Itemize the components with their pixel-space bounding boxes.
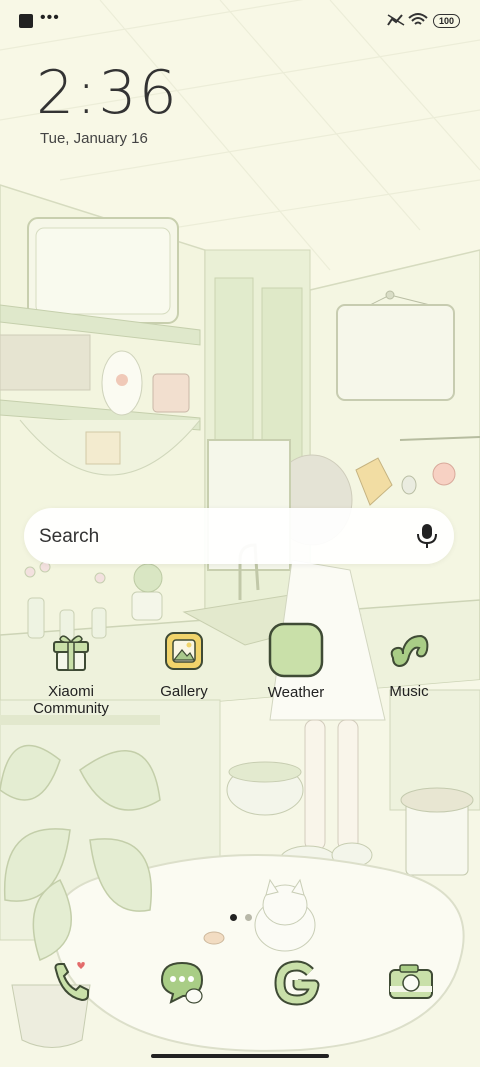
page-dot bbox=[245, 914, 253, 921]
battery-icon: 100 bbox=[433, 14, 460, 28]
gift-box-icon bbox=[47, 628, 95, 676]
page-indicator[interactable] bbox=[228, 908, 254, 926]
clock-time[interactable]: 2:36 bbox=[36, 58, 179, 128]
app-label: Music bbox=[389, 683, 429, 700]
page-dot-active bbox=[230, 914, 237, 921]
weather-blank-icon bbox=[268, 622, 324, 678]
search-label: Search bbox=[39, 526, 100, 547]
music-note-icon bbox=[385, 628, 433, 676]
app-label: Gallery bbox=[160, 683, 208, 700]
search-bar[interactable]: Search bbox=[24, 508, 454, 564]
home-screen: ••• 100 2:36 Tue, January 16 Search Xiao… bbox=[0, 0, 480, 1067]
more-notifications-indicator: ••• bbox=[40, 9, 60, 26]
app-label: Xiaomi Community bbox=[33, 683, 109, 717]
app-weather[interactable]: Weather bbox=[248, 622, 344, 701]
home-indicator-bar[interactable] bbox=[151, 1054, 329, 1058]
app-music[interactable]: Music bbox=[361, 628, 457, 700]
status-bar: ••• 100 bbox=[0, 0, 480, 40]
wifi-icon bbox=[408, 13, 428, 25]
phone-icon[interactable] bbox=[46, 958, 96, 1008]
signal-icon bbox=[387, 14, 405, 26]
clock-date[interactable]: Tue, January 16 bbox=[40, 130, 148, 147]
messages-icon[interactable] bbox=[157, 958, 207, 1008]
app-xiaomi-community[interactable]: Xiaomi Community bbox=[23, 628, 119, 717]
camera-icon[interactable] bbox=[386, 958, 436, 1008]
app-gallery[interactable]: Gallery bbox=[136, 628, 232, 700]
square-notification-icon bbox=[19, 14, 33, 28]
mic-icon[interactable] bbox=[416, 523, 438, 549]
battery-level: 100 bbox=[438, 16, 455, 26]
gallery-picture-icon bbox=[160, 628, 208, 676]
google-icon[interactable] bbox=[272, 958, 322, 1008]
app-label: Weather bbox=[267, 684, 325, 701]
